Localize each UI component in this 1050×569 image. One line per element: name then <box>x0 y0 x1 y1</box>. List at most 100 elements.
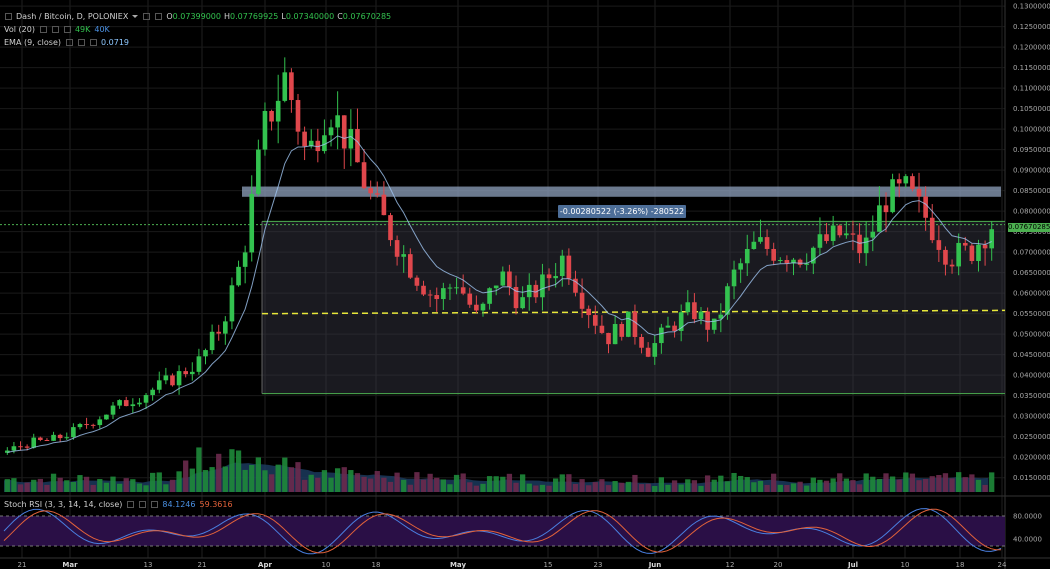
volume-bar <box>658 477 665 492</box>
price-axis-label: 0.04000000 <box>1013 372 1050 380</box>
volume-bar <box>130 479 136 492</box>
volume-bar <box>282 457 288 492</box>
volume-legend: Vol (20) 49K 40K <box>4 24 110 35</box>
time-axis-label: 23 <box>594 561 603 569</box>
candle-body <box>949 264 955 267</box>
candle-body <box>626 311 631 337</box>
volume-bar <box>427 473 433 492</box>
volume-bar <box>500 476 506 492</box>
stoch-axis-label: 80.0000 <box>1013 513 1042 521</box>
candle-body <box>51 434 56 441</box>
collapse-square-icon[interactable] <box>5 13 12 20</box>
volume-bar <box>889 476 896 492</box>
volume-bar <box>44 484 50 492</box>
volume-bar <box>506 473 513 492</box>
candle-body <box>374 193 380 195</box>
candle-body <box>956 242 961 267</box>
price-axis-label: 0.08000000 <box>1013 208 1050 216</box>
volume-bar <box>903 472 909 492</box>
candle-body <box>11 446 17 451</box>
candle-body <box>355 129 360 163</box>
candle-body <box>77 424 83 428</box>
volume-bar <box>196 447 202 492</box>
candle-body <box>156 380 162 390</box>
time-axis-label: 18 <box>956 561 965 569</box>
volume-bar <box>229 449 235 492</box>
candle-body <box>698 311 704 320</box>
ema-close-icon[interactable] <box>90 39 97 46</box>
candle-body <box>744 249 750 264</box>
stoch-close-icon[interactable] <box>151 501 159 508</box>
volume-bar <box>209 467 215 492</box>
stoch-hide-icon[interactable] <box>139 501 147 508</box>
candle-body <box>275 100 281 122</box>
volume-bar <box>216 453 222 492</box>
candle-body <box>487 288 492 304</box>
volume-bar <box>804 485 810 492</box>
candle-body <box>170 375 175 386</box>
hide-square-icon[interactable] <box>155 13 163 20</box>
volume-bar <box>381 477 387 492</box>
settings-square-icon[interactable] <box>143 13 151 20</box>
candle-body <box>189 371 195 375</box>
price-axis-label: 0.07000000 <box>1013 249 1050 257</box>
candle-body <box>976 244 981 262</box>
candle-body <box>434 295 440 300</box>
volume-bar <box>288 467 295 492</box>
price-axis-label: 0.06000000 <box>1013 290 1050 298</box>
candle-body <box>123 400 129 407</box>
ema-label[interactable]: EMA (9, close) <box>4 37 61 48</box>
volume-bar <box>374 471 380 492</box>
candle-body <box>130 404 136 407</box>
candle-body <box>57 434 63 439</box>
candle-body <box>731 269 737 287</box>
volume-bar <box>328 477 334 492</box>
volume-bar <box>909 473 916 492</box>
chevron-down-icon[interactable] <box>132 15 139 18</box>
volume-bar <box>724 481 731 492</box>
candle-body <box>196 356 202 372</box>
stoch-rsi-legend: Stoch RSI (3, 3, 14, 14, close) 84.1246 … <box>4 499 233 510</box>
volume-close-icon[interactable] <box>63 26 71 33</box>
ema-settings-icon[interactable] <box>66 39 73 46</box>
volume-bar <box>586 485 592 492</box>
symbol-title[interactable]: Dash / Bitcoin, D, POLONIEX <box>16 11 128 22</box>
volume-bar <box>235 450 242 492</box>
price-axis-label: 0.11500000 <box>1013 64 1050 72</box>
stoch-settings-icon[interactable] <box>127 501 135 508</box>
candle-body <box>480 303 486 311</box>
trading-chart-window: 0.13000000 0.12500000 0.12000000 0.11500000… <box>0 0 1050 569</box>
candle-body <box>44 440 50 442</box>
volume-bar <box>876 479 883 492</box>
volume-bar <box>929 476 935 492</box>
volume-bar <box>843 478 849 492</box>
volume-settings-icon[interactable] <box>39 26 47 33</box>
price-axis-label: 0.04500000 <box>1013 351 1050 359</box>
volume-bar <box>982 484 988 492</box>
volume-bar <box>123 478 129 492</box>
price-chart[interactable]: 0.13000000 0.12500000 0.12000000 0.11500000… <box>0 0 1050 569</box>
candle-body <box>857 234 862 254</box>
candle-body <box>84 424 89 426</box>
volume-bar <box>341 467 347 492</box>
stoch-rsi-label[interactable]: Stoch RSI (3, 3, 14, 14, close) <box>4 499 122 510</box>
candle-body <box>500 271 506 286</box>
volume-label[interactable]: Vol (20) <box>4 24 35 35</box>
volume-hide-icon[interactable] <box>51 26 59 33</box>
candle-body <box>249 193 255 253</box>
volume-bar <box>883 473 889 492</box>
candle-body <box>328 127 334 136</box>
volume-bar <box>394 472 400 492</box>
volume-bar <box>255 457 261 492</box>
candle-body <box>830 225 836 242</box>
volume-bar <box>70 482 77 492</box>
price-axis-label: 0.13000000 <box>1013 3 1050 11</box>
candle-body <box>414 277 420 286</box>
candle-body <box>797 259 803 265</box>
ohlc-value-l: 0.07340000 <box>285 12 335 21</box>
candle-body <box>388 215 393 241</box>
ohlc-value-h: 0.07769925 <box>230 12 279 21</box>
ema-hide-icon[interactable] <box>78 39 85 46</box>
candle-body <box>764 237 770 249</box>
measurement-tooltip[interactable]: -0.00280522 (-3.26%) -280522 <box>558 205 686 218</box>
